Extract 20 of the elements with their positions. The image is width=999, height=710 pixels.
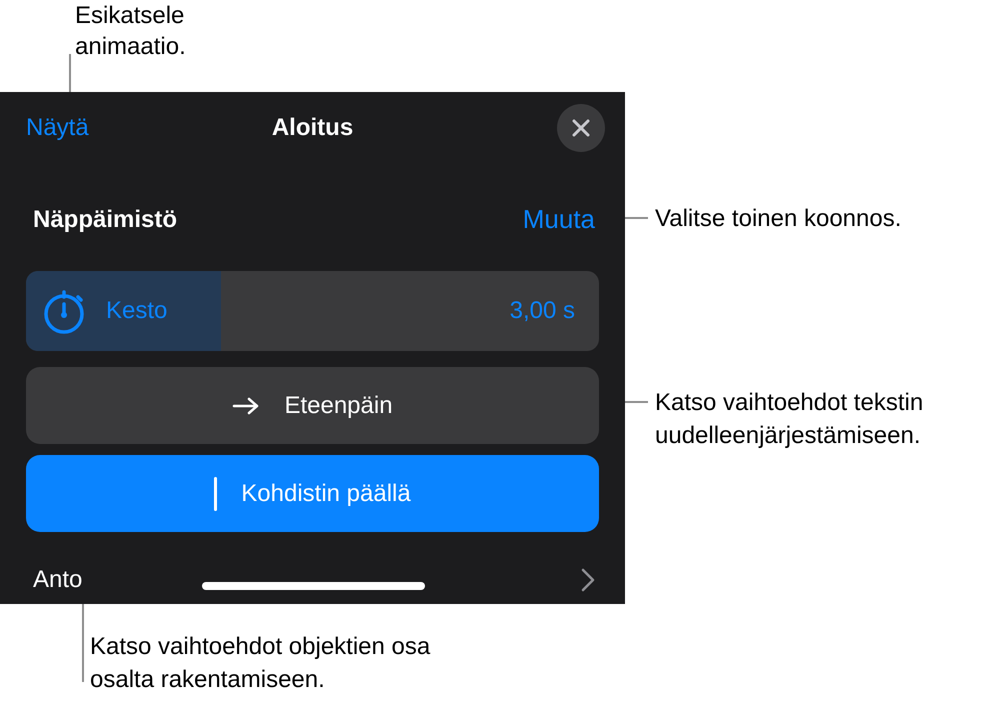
arrow-icon — [232, 396, 260, 416]
cursor-icon — [214, 476, 218, 510]
option-button[interactable]: Eteenpäin — [26, 367, 599, 444]
stopwatch-icon — [42, 288, 86, 334]
duration-slider[interactable]: Kesto 3,00 s — [26, 271, 599, 351]
duration-value: 3,00 s — [510, 296, 575, 326]
callout-text: Katso vaihtoehdot objektien osa osalta rakentamiseen. — [90, 632, 432, 695]
callout-text: Valitse toinen koonnos. — [655, 204, 902, 234]
option-button[interactable]: Kohdistin päällä — [26, 455, 599, 532]
close-button[interactable] — [557, 104, 605, 152]
duration-label: Kesto — [106, 296, 168, 326]
callout-text: Esikatsele animaatio. — [75, 1, 187, 62]
chevron-right-icon — [581, 568, 595, 592]
panel-title: Aloitus — [272, 113, 354, 143]
delivery-row[interactable]: Anto — [33, 562, 82, 598]
build-label: Näppäimistö — [33, 204, 178, 234]
callout-text: Katso vaihtoehdot tekstin uudelleenjärjestämiseen. — [655, 388, 924, 451]
preview-button[interactable]: Näytä — [26, 110, 89, 146]
close-icon — [571, 118, 591, 138]
change-link[interactable]: Muuta — [522, 200, 595, 239]
